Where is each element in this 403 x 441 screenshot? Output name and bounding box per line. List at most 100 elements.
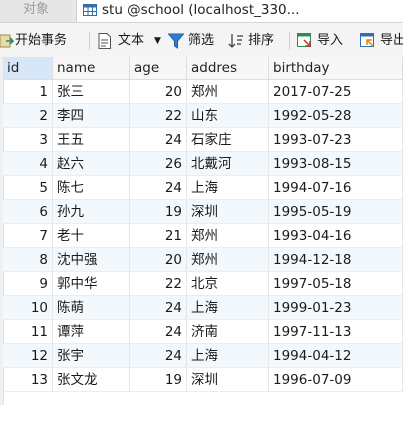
- cell-name[interactable]: 老十: [53, 224, 130, 248]
- column-header-name[interactable]: name: [53, 57, 130, 80]
- table-row[interactable]: 8 沈中强 20 郑州 1994-12-18: [3, 248, 403, 272]
- cell-id[interactable]: 7: [3, 224, 53, 248]
- cell-name[interactable]: 张三: [53, 80, 130, 104]
- cell-birthday[interactable]: 1997-05-18: [269, 272, 403, 296]
- begin-transaction-button[interactable]: 开始事务: [0, 31, 82, 51]
- cell-age[interactable]: 24: [130, 344, 187, 368]
- cell-addres[interactable]: 深圳: [187, 368, 269, 392]
- cell-name[interactable]: 张宇: [53, 344, 130, 368]
- cell-addres[interactable]: 山东: [187, 104, 269, 128]
- cell-id[interactable]: 13: [3, 368, 53, 392]
- cell-age[interactable]: 22: [130, 104, 187, 128]
- cell-addres[interactable]: 上海: [187, 344, 269, 368]
- cell-birthday[interactable]: 1994-12-18: [269, 248, 403, 272]
- cell-id[interactable]: 1: [3, 80, 53, 104]
- cell-birthday[interactable]: 1996-07-09: [269, 368, 403, 392]
- cell-name[interactable]: 陈萌: [53, 296, 130, 320]
- cell-age[interactable]: 24: [130, 296, 187, 320]
- cell-id[interactable]: 4: [3, 152, 53, 176]
- cell-id[interactable]: 10: [3, 296, 53, 320]
- cell-age[interactable]: 21: [130, 224, 187, 248]
- table-row[interactable]: 6 孙九 19 深圳 1995-05-19: [3, 200, 403, 224]
- cell-birthday[interactable]: 1999-01-23: [269, 296, 403, 320]
- cell-birthday[interactable]: 1993-04-16: [269, 224, 403, 248]
- cell-id[interactable]: 6: [3, 200, 53, 224]
- cell-birthday[interactable]: 1997-11-13: [269, 320, 403, 344]
- column-header-id[interactable]: id: [3, 57, 53, 80]
- cell-id[interactable]: 2: [3, 104, 53, 128]
- cell-birthday[interactable]: 1993-08-15: [269, 152, 403, 176]
- begin-transaction-label: 开始事务: [15, 33, 68, 48]
- table-row[interactable]: 3 王五 24 石家庄 1993-07-23: [3, 128, 403, 152]
- cell-addres[interactable]: 北京: [187, 272, 269, 296]
- table-row[interactable]: 10 陈萌 24 上海 1999-01-23: [3, 296, 403, 320]
- cell-addres[interactable]: 郑州: [187, 224, 269, 248]
- table-row[interactable]: 2 李四 22 山东 1992-05-28: [3, 104, 403, 128]
- sort-button[interactable]: 排序: [228, 31, 282, 51]
- cell-name[interactable]: 郭中华: [53, 272, 130, 296]
- column-header-addres[interactable]: addres: [187, 57, 269, 80]
- cell-birthday[interactable]: 1994-04-12: [269, 344, 403, 368]
- cell-id[interactable]: 8: [3, 248, 53, 272]
- table-row[interactable]: 4 赵六 26 北戴河 1993-08-15: [3, 152, 403, 176]
- cell-name[interactable]: 谭萍: [53, 320, 130, 344]
- cell-id[interactable]: 11: [3, 320, 53, 344]
- cell-age[interactable]: 20: [130, 248, 187, 272]
- document-icon: [98, 33, 112, 56]
- cell-birthday[interactable]: 1995-05-19: [269, 200, 403, 224]
- tab-objects-label: 对象: [22, 2, 49, 17]
- cell-birthday[interactable]: 1992-05-28: [269, 104, 403, 128]
- cell-age[interactable]: 26: [130, 152, 187, 176]
- filter-button[interactable]: 筛选: [167, 31, 222, 51]
- cell-id[interactable]: 5: [3, 176, 53, 200]
- cell-name[interactable]: 陈七: [53, 176, 130, 200]
- cell-addres[interactable]: 上海: [187, 176, 269, 200]
- cell-name[interactable]: 沈中强: [53, 248, 130, 272]
- filter-label: 筛选: [188, 33, 215, 48]
- cell-id[interactable]: 9: [3, 272, 53, 296]
- table-row[interactable]: 12 张宇 24 上海 1994-04-12: [3, 344, 403, 368]
- table-row[interactable]: 7 老十 21 郑州 1993-04-16: [3, 224, 403, 248]
- table-row[interactable]: 13 张文龙 19 深圳 1996-07-09: [3, 368, 403, 392]
- export-icon: [360, 33, 376, 51]
- cell-addres[interactable]: 济南: [187, 320, 269, 344]
- cell-addres[interactable]: 石家庄: [187, 128, 269, 152]
- cell-birthday[interactable]: 1994-07-16: [269, 176, 403, 200]
- cell-name[interactable]: 张文龙: [53, 368, 130, 392]
- table-row[interactable]: 5 陈七 24 上海 1994-07-16: [3, 176, 403, 200]
- column-header-age[interactable]: age: [130, 57, 187, 80]
- cell-id[interactable]: 12: [3, 344, 53, 368]
- cell-age[interactable]: 24: [130, 128, 187, 152]
- cell-name[interactable]: 李四: [53, 104, 130, 128]
- table-row[interactable]: 11 谭萍 24 济南 1997-11-13: [3, 320, 403, 344]
- table-row[interactable]: 1 张三 20 郑州 2017-07-25: [3, 80, 403, 104]
- cell-id[interactable]: 3: [3, 128, 53, 152]
- cell-age[interactable]: 22: [130, 272, 187, 296]
- cell-addres[interactable]: 深圳: [187, 200, 269, 224]
- tab-objects[interactable]: 对象: [0, 0, 72, 22]
- cell-age[interactable]: 24: [130, 176, 187, 200]
- cell-birthday[interactable]: 1993-07-23: [269, 128, 403, 152]
- cell-age[interactable]: 19: [130, 200, 187, 224]
- funnel-icon: [167, 33, 185, 56]
- cell-addres[interactable]: 郑州: [187, 80, 269, 104]
- cell-age[interactable]: 24: [130, 320, 187, 344]
- cell-name[interactable]: 赵六: [53, 152, 130, 176]
- cell-age[interactable]: 20: [130, 80, 187, 104]
- table-row[interactable]: 9 郭中华 22 北京 1997-05-18: [3, 272, 403, 296]
- cell-name[interactable]: 孙九: [53, 200, 130, 224]
- import-button[interactable]: 导入: [297, 31, 355, 51]
- cell-birthday[interactable]: 2017-07-25: [269, 80, 403, 104]
- cell-addres[interactable]: 郑州: [187, 248, 269, 272]
- empty-area: [0, 405, 403, 441]
- toolbar: 开始事务 文本 ▼ 筛选 排序 导入 导出: [0, 23, 403, 58]
- cell-age[interactable]: 19: [130, 368, 187, 392]
- export-button[interactable]: 导出: [360, 31, 403, 51]
- column-header-birthday[interactable]: birthday: [269, 57, 403, 80]
- sort-label: 排序: [248, 33, 275, 48]
- tab-stu-table[interactable]: stu @school (localhost_330...: [76, 0, 403, 22]
- cell-addres[interactable]: 北戴河: [187, 152, 269, 176]
- cell-addres[interactable]: 上海: [187, 296, 269, 320]
- text-button[interactable]: 文本 ▼: [98, 31, 164, 51]
- cell-name[interactable]: 王五: [53, 128, 130, 152]
